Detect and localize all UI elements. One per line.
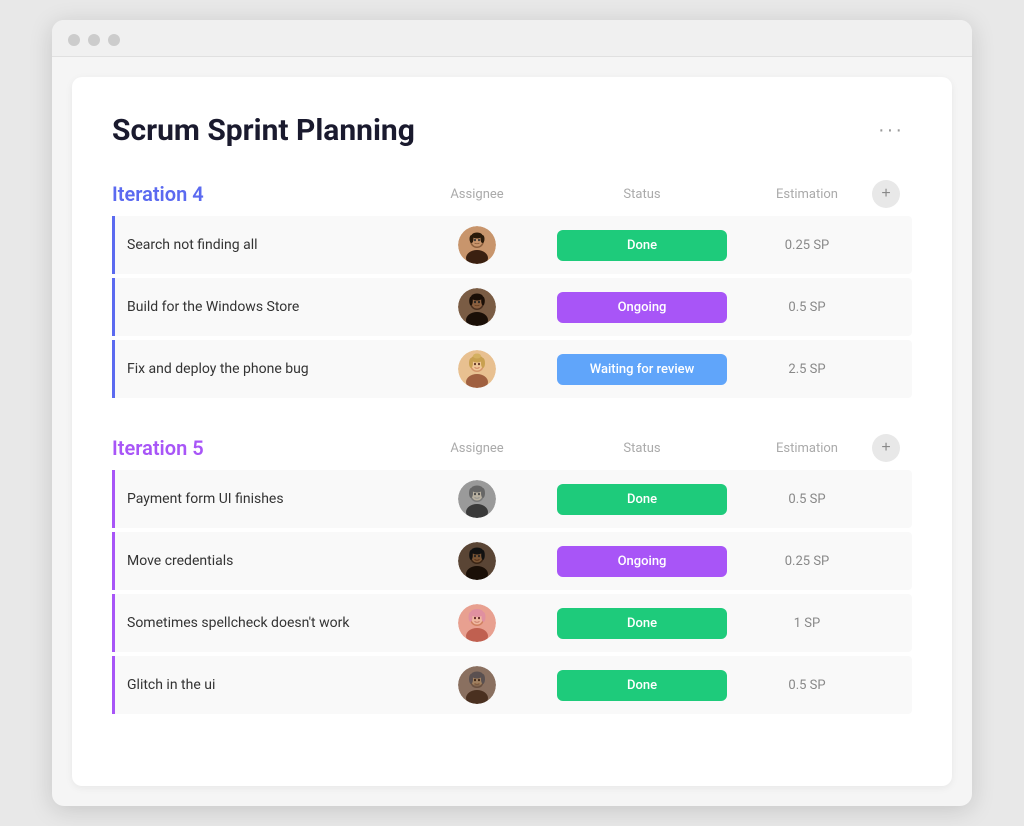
assignee-cell bbox=[412, 226, 542, 264]
avatar-svg bbox=[458, 350, 496, 388]
page-title: Scrum Sprint Planning bbox=[112, 113, 415, 148]
status-badge: Waiting for review bbox=[557, 354, 727, 385]
task-name: Payment form UI finishes bbox=[127, 491, 412, 507]
estimation-cell: 0.5 SP bbox=[742, 678, 872, 693]
main-content: Scrum Sprint Planning ··· Iteration 4 As… bbox=[72, 77, 952, 786]
task-name: Build for the Windows Store bbox=[127, 299, 412, 315]
assignee-cell bbox=[412, 350, 542, 388]
col-header-status-4: Status bbox=[542, 187, 742, 202]
avatar-svg bbox=[458, 480, 496, 518]
status-badge: Done bbox=[557, 608, 727, 639]
avatar-svg bbox=[458, 542, 496, 580]
status-badge: Ongoing bbox=[557, 546, 727, 577]
avatar bbox=[458, 288, 496, 326]
avatar bbox=[458, 542, 496, 580]
dot-green bbox=[108, 34, 120, 46]
col-header-assignee-5: Assignee bbox=[412, 441, 542, 456]
estimation-cell: 0.25 SP bbox=[742, 238, 872, 253]
avatar bbox=[458, 666, 496, 704]
more-options-button[interactable]: ··· bbox=[870, 115, 912, 146]
avatar bbox=[458, 604, 496, 642]
iteration-4-header: Iteration 4 Assignee Status Estimation + bbox=[112, 180, 912, 208]
task-row: Build for the Windows Store bbox=[112, 278, 912, 336]
col-header-estimation-4: Estimation bbox=[742, 187, 872, 202]
estimation-cell: 1 SP bbox=[742, 616, 872, 631]
assignee-cell bbox=[412, 666, 542, 704]
task-row: Payment form UI finishes bbox=[112, 470, 912, 528]
dot-yellow bbox=[88, 34, 100, 46]
avatar-svg bbox=[458, 666, 496, 704]
estimation-cell: 0.5 SP bbox=[742, 300, 872, 315]
iteration-5-title: Iteration 5 bbox=[112, 436, 412, 460]
assignee-cell bbox=[412, 288, 542, 326]
task-row: Search not finding all bbox=[112, 216, 912, 274]
estimation-cell: 0.25 SP bbox=[742, 554, 872, 569]
iteration-4-title: Iteration 4 bbox=[112, 182, 412, 206]
assignee-cell bbox=[412, 604, 542, 642]
status-cell: Ongoing bbox=[542, 546, 742, 577]
col-header-assignee-4: Assignee bbox=[412, 187, 542, 202]
status-cell: Done bbox=[542, 484, 742, 515]
task-name: Glitch in the ui bbox=[127, 677, 412, 693]
task-name: Sometimes spellcheck doesn't work bbox=[127, 615, 412, 631]
avatar-svg bbox=[458, 226, 496, 264]
task-name: Fix and deploy the phone bug bbox=[127, 361, 412, 377]
status-cell: Done bbox=[542, 670, 742, 701]
dot-red bbox=[68, 34, 80, 46]
iteration-5-section: Iteration 5 Assignee Status Estimation +… bbox=[112, 434, 912, 714]
iteration-5-header: Iteration 5 Assignee Status Estimation + bbox=[112, 434, 912, 462]
status-badge: Ongoing bbox=[557, 292, 727, 323]
task-row: Move credentials bbox=[112, 532, 912, 590]
app-window: Scrum Sprint Planning ··· Iteration 4 As… bbox=[52, 20, 972, 806]
task-name: Move credentials bbox=[127, 553, 412, 569]
status-badge: Done bbox=[557, 230, 727, 261]
add-task-iteration-5-button[interactable]: + bbox=[872, 434, 900, 462]
avatar bbox=[458, 480, 496, 518]
add-task-iteration-4-button[interactable]: + bbox=[872, 180, 900, 208]
page-header: Scrum Sprint Planning ··· bbox=[112, 113, 912, 148]
estimation-cell: 0.5 SP bbox=[742, 492, 872, 507]
col-header-status-5: Status bbox=[542, 441, 742, 456]
status-cell: Ongoing bbox=[542, 292, 742, 323]
col-header-estimation-5: Estimation bbox=[742, 441, 872, 456]
task-row: Fix and deploy the phone bug bbox=[112, 340, 912, 398]
status-badge: Done bbox=[557, 484, 727, 515]
assignee-cell bbox=[412, 480, 542, 518]
assignee-cell bbox=[412, 542, 542, 580]
iteration-4-section: Iteration 4 Assignee Status Estimation +… bbox=[112, 180, 912, 398]
status-cell: Done bbox=[542, 608, 742, 639]
task-name: Search not finding all bbox=[127, 237, 412, 253]
status-badge: Done bbox=[557, 670, 727, 701]
task-row: Sometimes spellcheck doesn't work bbox=[112, 594, 912, 652]
estimation-cell: 2.5 SP bbox=[742, 362, 872, 377]
titlebar bbox=[52, 20, 972, 57]
status-cell: Done bbox=[542, 230, 742, 261]
avatar bbox=[458, 350, 496, 388]
task-row: Glitch in the ui bbox=[112, 656, 912, 714]
avatar-svg bbox=[458, 288, 496, 326]
avatar-svg bbox=[458, 604, 496, 642]
avatar bbox=[458, 226, 496, 264]
status-cell: Waiting for review bbox=[542, 354, 742, 385]
